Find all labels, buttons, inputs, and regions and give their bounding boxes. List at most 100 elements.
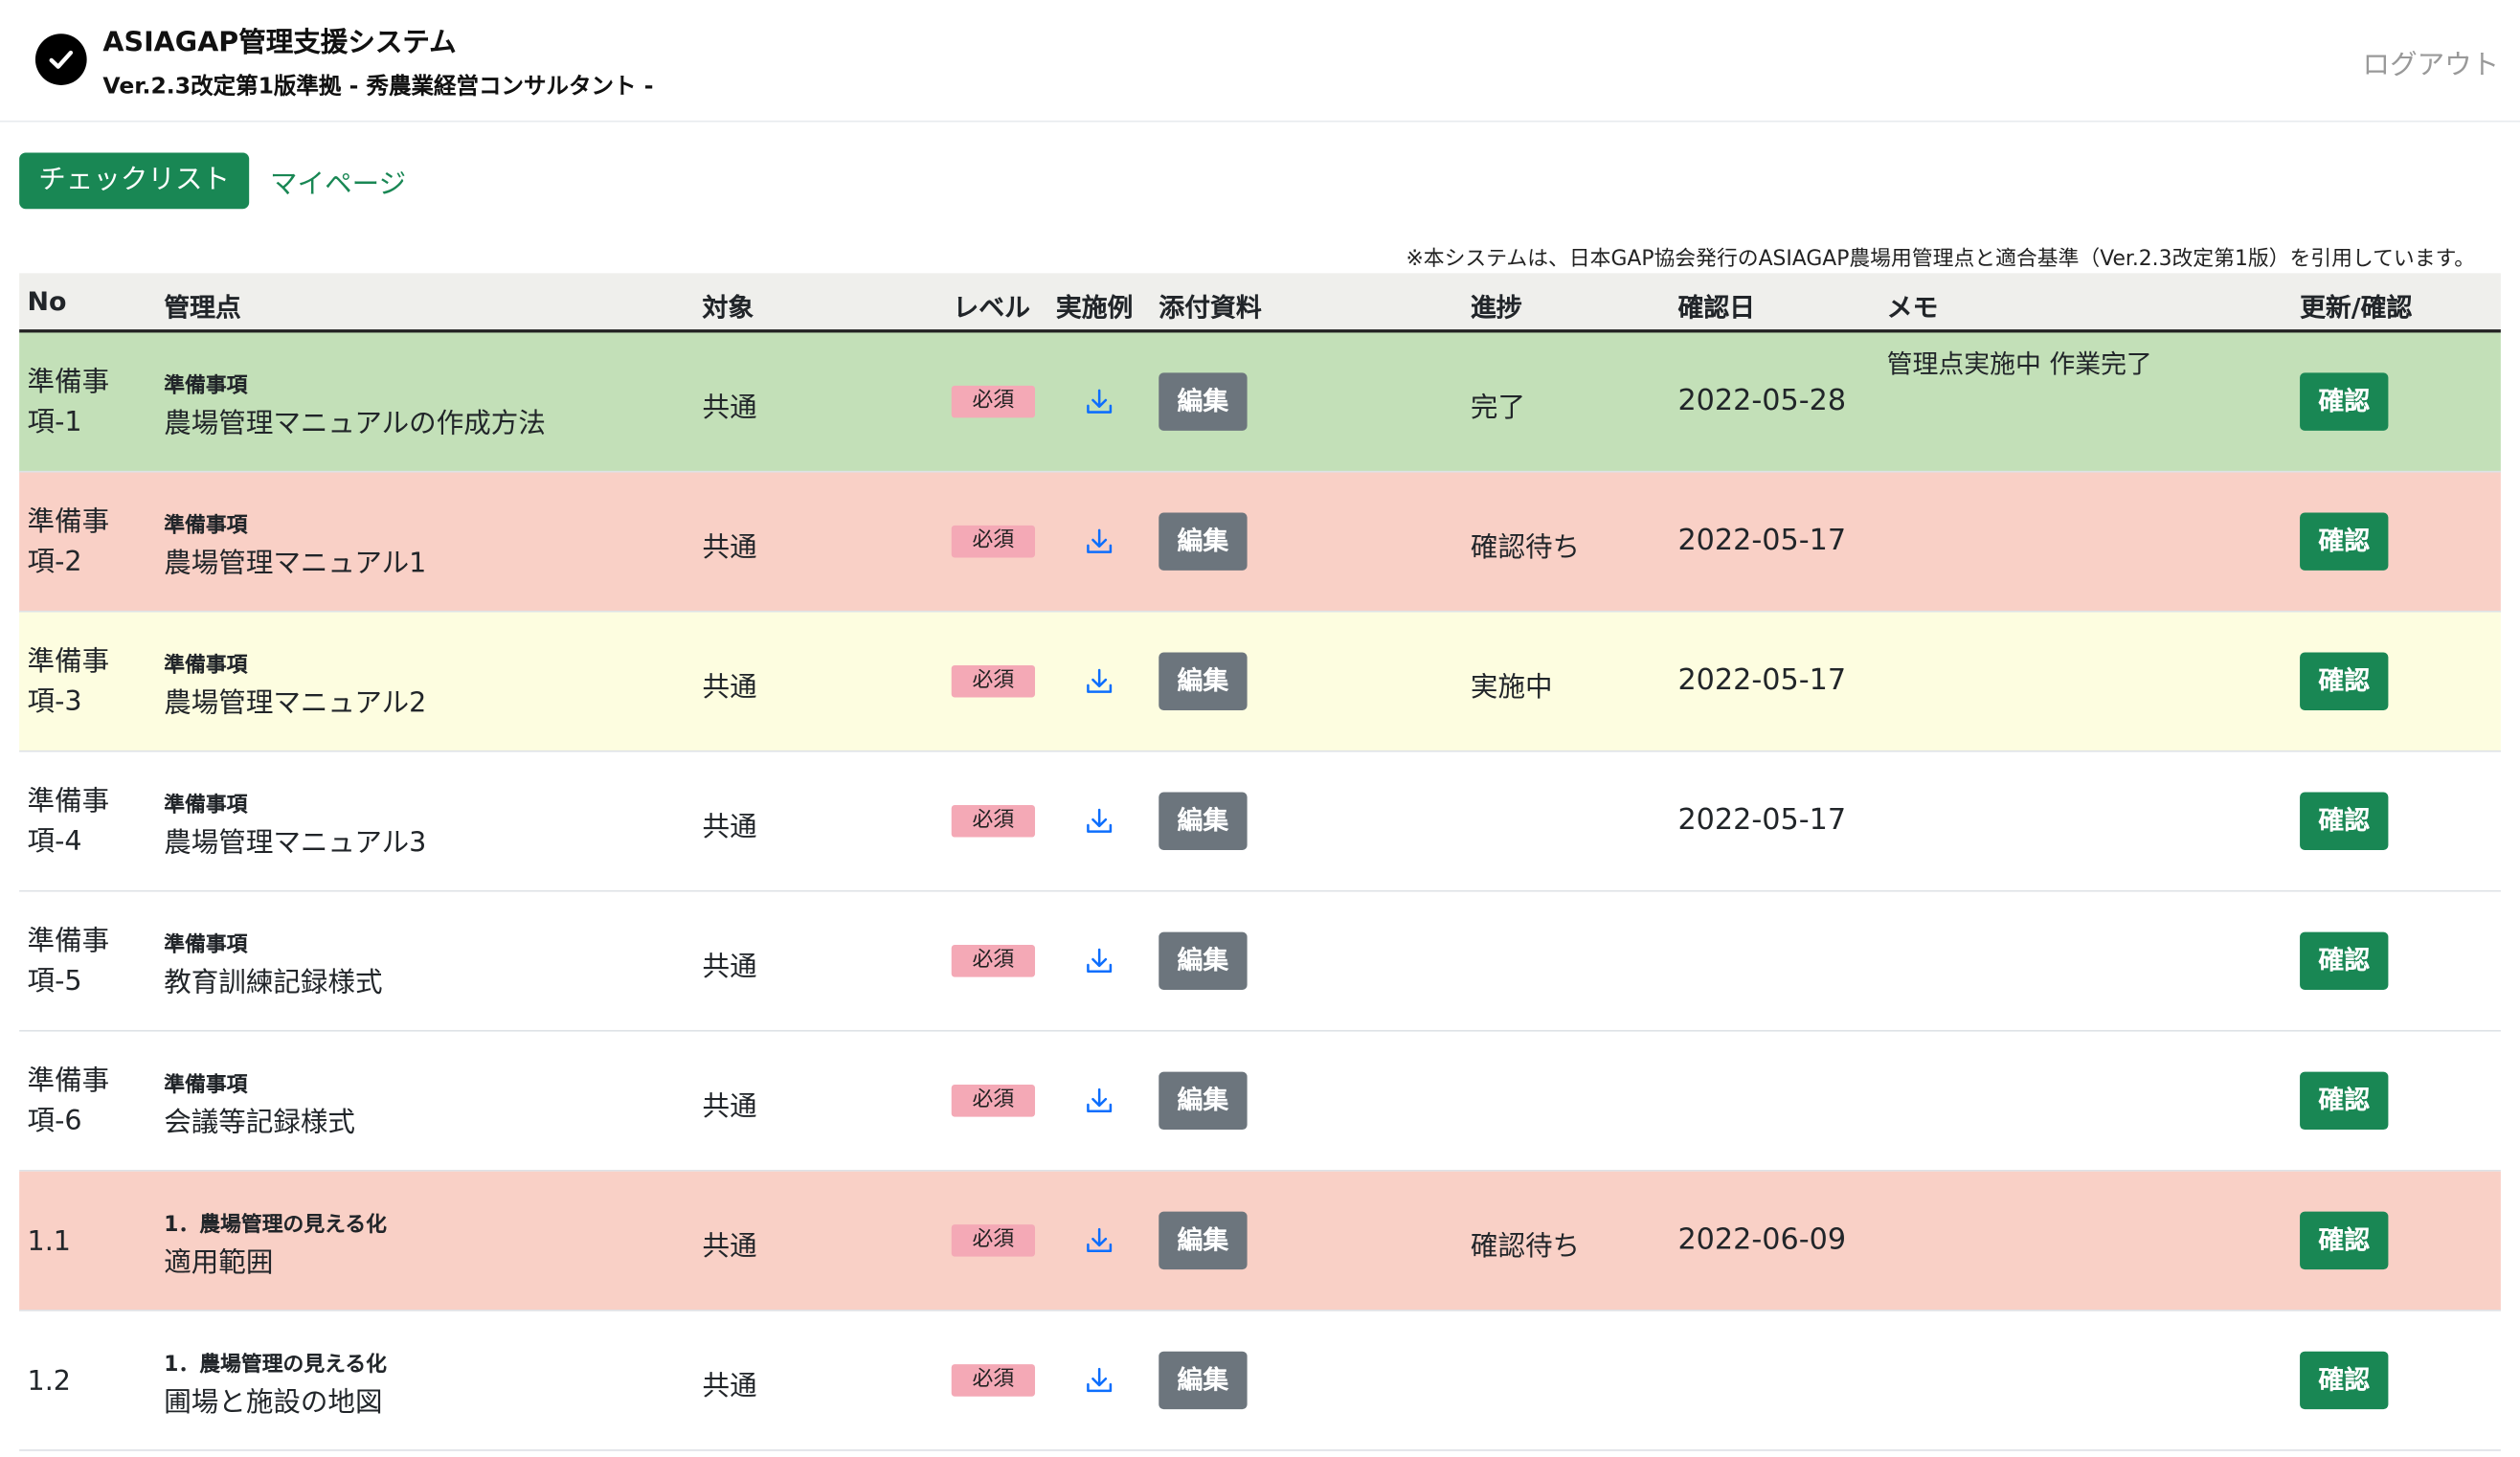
row-point-name: 教育訓練記録様式 bbox=[164, 967, 383, 1000]
level-badge: 必須 bbox=[951, 804, 1036, 838]
level-badge: 必須 bbox=[951, 385, 1036, 418]
row-no-line2: 項-2 bbox=[27, 546, 82, 579]
tab-checklist[interactable]: チェックリスト bbox=[19, 152, 250, 210]
row-point-name: 農場管理マニュアルの作成方法 bbox=[164, 408, 546, 440]
row-target: 共通 bbox=[702, 1090, 757, 1124]
level-badge: 必須 bbox=[951, 1224, 1036, 1257]
table-body: 準備事 項-1 準備事項 農場管理マニュアルの作成方法 共通 必須 編集 完了 … bbox=[19, 332, 2501, 1451]
row-no-line1: 1.1 bbox=[27, 1225, 71, 1259]
row-date: 2022-05-17 bbox=[1677, 524, 1847, 558]
app-root: ASIAGAP管理支援システム Ver.2.3改定第1版準拠 - 秀農業経営コン… bbox=[0, 0, 2520, 1456]
edit-button[interactable]: 編集 bbox=[1159, 1071, 1248, 1131]
row-no: 1.1 bbox=[28, 1222, 71, 1263]
header-example: 実施例 bbox=[1055, 292, 1134, 324]
logout-link[interactable]: ログアウト bbox=[2363, 42, 2500, 82]
row-no-line1: 準備事 bbox=[27, 505, 110, 539]
row-date: 2022-05-17 bbox=[1677, 803, 1847, 838]
row-category: 1．農場管理の見える化 bbox=[164, 1213, 387, 1238]
header-target: 対象 bbox=[702, 292, 754, 324]
confirm-button[interactable]: 確認 bbox=[2300, 372, 2389, 431]
row-category: 準備事項 bbox=[164, 374, 248, 399]
confirm-button[interactable]: 確認 bbox=[2300, 512, 2389, 571]
row-point-name: 農場管理マニュアル1 bbox=[164, 548, 427, 580]
edit-button[interactable]: 編集 bbox=[1159, 792, 1248, 850]
tab-mypage[interactable]: マイページ bbox=[270, 161, 406, 201]
row-target: 共通 bbox=[702, 1230, 757, 1264]
download-icon[interactable] bbox=[1083, 386, 1115, 418]
row-memo: 管理点実施中 作業完了 bbox=[1886, 348, 2152, 380]
edit-button[interactable]: 編集 bbox=[1159, 652, 1248, 710]
confirm-button[interactable]: 確認 bbox=[2300, 1071, 2389, 1131]
confirm-button[interactable]: 確認 bbox=[2300, 1351, 2389, 1410]
header-no: No bbox=[27, 285, 67, 317]
edit-button[interactable]: 編集 bbox=[1159, 1211, 1248, 1270]
level-badge: 必須 bbox=[951, 1364, 1036, 1397]
confirm-button[interactable]: 確認 bbox=[2300, 931, 2389, 991]
download-icon[interactable] bbox=[1083, 665, 1115, 698]
row-target: 共通 bbox=[702, 671, 757, 705]
row-no-line1: 1.2 bbox=[27, 1365, 71, 1399]
row-no: 準備事 項-1 bbox=[28, 363, 110, 443]
level-badge: 必須 bbox=[951, 1085, 1036, 1117]
row-no-line2: 項-3 bbox=[27, 685, 82, 719]
row-point-name: 農場管理マニュアル3 bbox=[164, 827, 427, 861]
row-no-line2: 項-5 bbox=[27, 965, 82, 998]
header-date: 確認日 bbox=[1677, 292, 1756, 324]
confirm-button[interactable]: 確認 bbox=[2300, 652, 2389, 710]
row-no-line2: 項-6 bbox=[27, 1105, 82, 1138]
app-subtitle: Ver.2.3改定第1版準拠 - 秀農業経営コンサルタント - bbox=[102, 74, 654, 101]
row-target: 共通 bbox=[702, 951, 757, 984]
row-no-line1: 準備事 bbox=[27, 1065, 110, 1098]
app-header: ASIAGAP管理支援システム Ver.2.3改定第1版準拠 - 秀農業経営コン… bbox=[0, 0, 2520, 123]
download-icon[interactable] bbox=[1083, 805, 1115, 838]
edit-button[interactable]: 編集 bbox=[1159, 931, 1248, 991]
row-progress: 確認待ち bbox=[1470, 1230, 1581, 1264]
row-no: 準備事 項-5 bbox=[28, 923, 110, 1003]
table-row: 1.2 1．農場管理の見える化 圃場と施設の地図 共通 必須 編集 確認 bbox=[19, 1311, 2501, 1451]
row-category: 準備事項 bbox=[164, 654, 248, 679]
row-date: 2022-06-09 bbox=[1677, 1222, 1847, 1257]
citation-notice: ※本システムは、日本GAP協会発行のASIAGAP農場用管理点と適合基準（Ver… bbox=[1406, 247, 2476, 272]
row-no: 準備事 項-4 bbox=[28, 782, 110, 863]
table-row: 準備事 項-2 準備事項 農場管理マニュアル1 共通 必須 編集 確認待ち 20… bbox=[19, 472, 2501, 613]
download-icon[interactable] bbox=[1083, 1224, 1115, 1257]
row-no-line2: 項-1 bbox=[27, 406, 82, 439]
row-target: 共通 bbox=[702, 1370, 757, 1403]
table-row: 準備事 項-1 準備事項 農場管理マニュアルの作成方法 共通 必須 編集 完了 … bbox=[19, 332, 2501, 473]
header-update: 更新/確認 bbox=[2300, 292, 2413, 324]
download-icon[interactable] bbox=[1083, 1364, 1115, 1397]
edit-button[interactable]: 編集 bbox=[1159, 1351, 1248, 1410]
row-target: 共通 bbox=[702, 811, 757, 844]
download-icon[interactable] bbox=[1083, 526, 1115, 558]
row-category: 準備事項 bbox=[164, 933, 248, 958]
checklist-table: No 管理点 対象 レベル 実施例 添付資料 進捗 確認日 メモ 更新/確認 準… bbox=[19, 273, 2501, 1451]
table-row: 1.1 1．農場管理の見える化 適用範囲 共通 必須 編集 確認待ち 2022-… bbox=[19, 1171, 2501, 1311]
edit-button[interactable]: 編集 bbox=[1159, 512, 1248, 571]
table-row: 準備事 項-5 準備事項 教育訓練記録様式 共通 必須 編集 確認 bbox=[19, 891, 2501, 1032]
row-date: 2022-05-28 bbox=[1677, 384, 1847, 418]
edit-button[interactable]: 編集 bbox=[1159, 372, 1248, 431]
check-circle-icon bbox=[34, 34, 87, 85]
row-no: 1.2 bbox=[28, 1362, 71, 1402]
download-icon[interactable] bbox=[1083, 1085, 1115, 1117]
row-no-line1: 準備事 bbox=[27, 785, 110, 818]
row-target: 共通 bbox=[702, 392, 757, 425]
level-badge: 必須 bbox=[951, 664, 1036, 698]
confirm-button[interactable]: 確認 bbox=[2300, 1211, 2389, 1270]
row-category: 準備事項 bbox=[164, 514, 248, 539]
table-row: 準備事 項-6 準備事項 会議等記録様式 共通 必須 編集 確認 bbox=[19, 1031, 2501, 1172]
row-point-name: 農場管理マニュアル2 bbox=[164, 687, 427, 721]
confirm-button[interactable]: 確認 bbox=[2300, 792, 2389, 850]
row-category: 準備事項 bbox=[164, 1073, 248, 1098]
main-nav: チェックリスト マイページ bbox=[19, 152, 406, 210]
row-date: 2022-05-17 bbox=[1677, 663, 1847, 698]
row-no-line2: 項-4 bbox=[27, 825, 82, 859]
app-title: ASIAGAP管理支援システム bbox=[102, 27, 457, 60]
level-badge: 必須 bbox=[951, 525, 1036, 558]
row-no: 準備事 項-3 bbox=[28, 642, 110, 723]
table-row: 準備事 項-3 準備事項 農場管理マニュアル2 共通 必須 編集 実施中 202… bbox=[19, 612, 2501, 752]
row-target: 共通 bbox=[702, 531, 757, 565]
download-icon[interactable] bbox=[1083, 945, 1115, 977]
header-progress: 進捗 bbox=[1470, 292, 1522, 324]
header-attachment: 添付資料 bbox=[1159, 292, 1262, 324]
